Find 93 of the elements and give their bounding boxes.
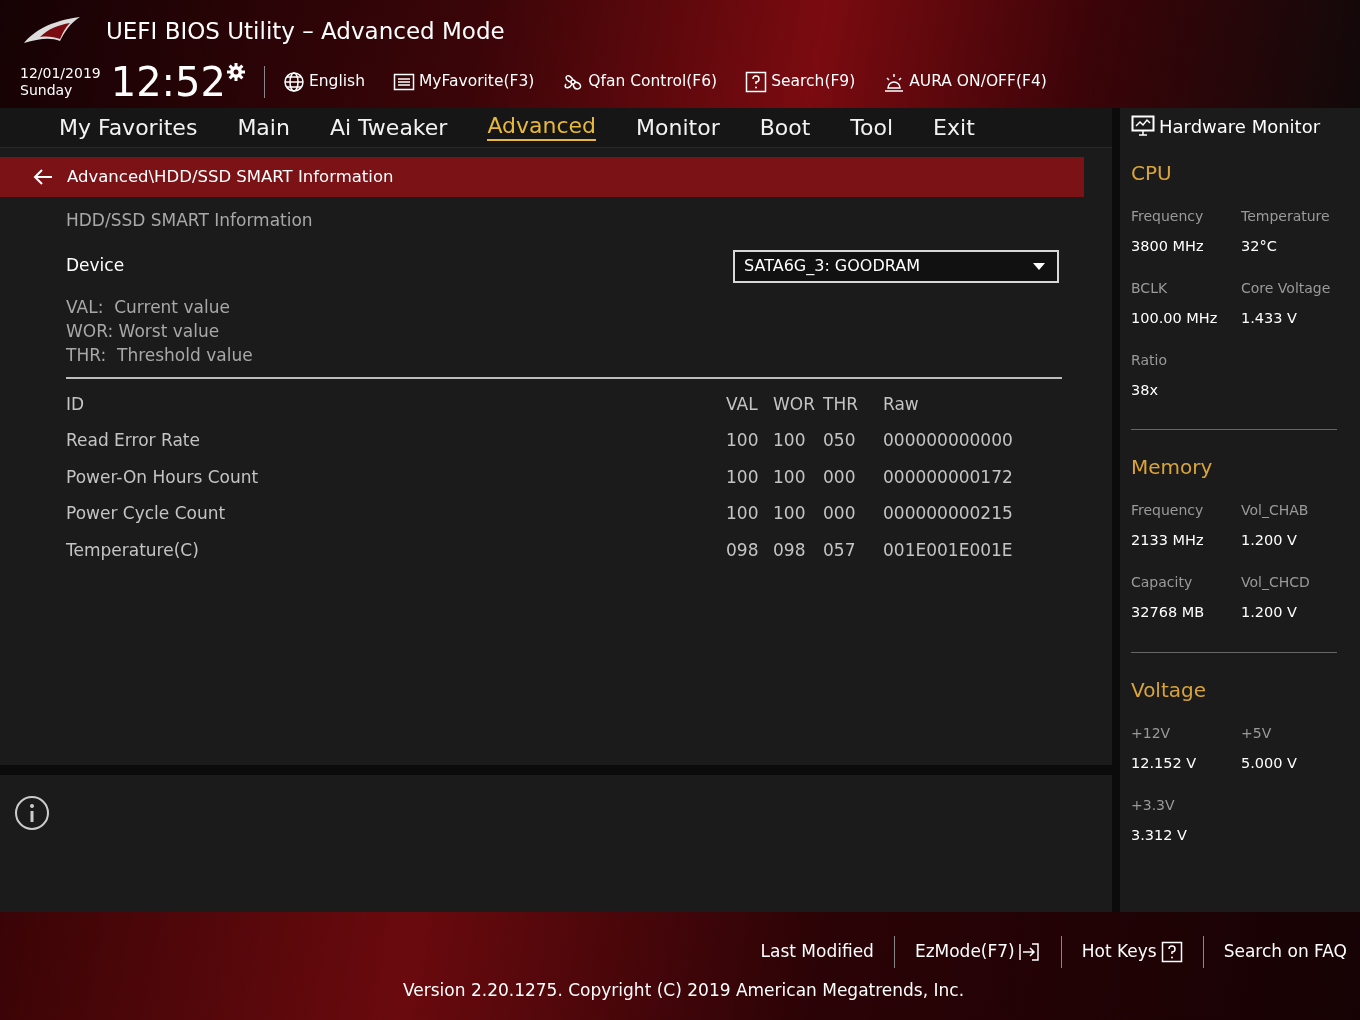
group-heading: Voltage [1131, 676, 1208, 704]
reading-value: 12.152 V [1131, 753, 1198, 773]
table-cell-text: 050 [823, 429, 857, 452]
reading-label: Vol_CHAB [1241, 501, 1310, 521]
reading-label: Frequency [1131, 207, 1205, 226]
device-label: Device [66, 254, 126, 278]
section-title: HDD/SSD SMART Information [66, 209, 314, 232]
table-cell-text: 098 [773, 538, 807, 562]
menu-tab[interactable]: Ai Tweaker [329, 111, 448, 144]
column-header: ID [66, 392, 86, 416]
table-cell-text: Power Cycle Count [66, 502, 227, 525]
menu-tab[interactable]: Monitor [636, 111, 720, 144]
footer-link[interactable]: Search on FAQ [1223, 939, 1347, 965]
reading-value: 32768 MB [1131, 603, 1206, 622]
lamp-icon [883, 71, 906, 93]
menu-tab[interactable]: Exit [933, 111, 975, 144]
table-cell-text: 100 [773, 502, 807, 525]
reading-value: 32°C [1241, 237, 1278, 256]
legend-text: WOR: Worst value [66, 319, 221, 343]
footer-link[interactable]: Hot Keys [1081, 939, 1183, 965]
menu-tab[interactable]: Tool [850, 111, 894, 144]
monitor-icon [1131, 115, 1155, 137]
column-header: VAL [726, 392, 759, 416]
table-cell-text: 000000000172 [883, 465, 1014, 489]
reading-label: Vol_CHCD [1241, 573, 1311, 592]
question-icon [1160, 941, 1183, 963]
reading-value: 1.200 V [1241, 603, 1299, 622]
caret-icon [1033, 262, 1045, 270]
reading-label: Frequency [1131, 501, 1205, 521]
column-header: THR [823, 392, 859, 416]
menu-tab[interactable]: Main [237, 111, 290, 144]
group-heading: Memory [1131, 454, 1214, 482]
table-cell-text: 100 [726, 429, 760, 452]
table-cell-text: 100 [726, 502, 760, 525]
back-arrow-icon[interactable] [33, 168, 53, 186]
settings-icon[interactable] [226, 62, 246, 82]
menu-tab[interactable]: Advanced [487, 114, 597, 141]
reading-value: 3800 MHz [1131, 237, 1205, 256]
version-text: Version 2.20.1275. Copyright (C) 2019 American Megatrends, Inc. [403, 979, 965, 1002]
reading-label: +5V [1241, 723, 1273, 743]
tool-button[interactable]: Search(F9) [745, 70, 856, 94]
reading-value: 3.312 V [1131, 825, 1189, 845]
reading-value: 1.433 V [1241, 308, 1299, 328]
tool-button[interactable]: Qfan Control(F6) [562, 70, 718, 94]
table-cell-text: Temperature(C) [66, 538, 200, 562]
menu-tab[interactable]: Boot [759, 111, 811, 144]
reading-value: 1.200 V [1241, 531, 1299, 551]
footer-link[interactable]: Last Modified [760, 939, 874, 965]
tool-button[interactable]: AURA ON/OFF(F4) [883, 70, 1047, 94]
column-header: Raw [883, 392, 920, 416]
breadcrumb-text: Advanced\HDD/SSD SMART Information [67, 165, 394, 188]
table-cell-text: 057 [823, 538, 857, 562]
reading-label: Temperature [1241, 207, 1331, 226]
legend-text: VAL: Current value [66, 295, 231, 319]
column-header: WOR [773, 392, 816, 416]
table-cell-text: 000000000000 [883, 429, 1014, 452]
table-cell-text: Read Error Rate [66, 429, 201, 452]
legend-text: THR: Threshold value [66, 343, 254, 367]
info-icon [14, 795, 50, 831]
reading-label: +3.3V [1131, 795, 1176, 815]
table-cell-text: 000 [823, 502, 857, 525]
table-cell-text: 100 [726, 465, 760, 489]
list-icon [392, 71, 415, 93]
table-cell-text: 001E001E001E [883, 538, 1014, 562]
reading-label: Capacity [1131, 573, 1194, 592]
reading-label: +12V [1131, 723, 1172, 743]
reading-value: 2133 MHz [1131, 531, 1205, 551]
reading-label: Core Voltage [1241, 278, 1332, 298]
reading-value: 5.000 V [1241, 753, 1299, 773]
table-cell-text: 100 [773, 429, 807, 452]
table-cell-text: 000 [823, 465, 857, 489]
reading-value: 38x [1131, 380, 1160, 400]
table-cell-text: Power-On Hours Count [66, 465, 260, 489]
table-cell-text: 100 [773, 465, 807, 489]
device-dropdown[interactable]: SATA6G_3: GOODRAM [733, 249, 1059, 283]
table-cell-text: 098 [726, 538, 760, 562]
clock-time: 12:52 [110, 62, 226, 102]
reading-label: BCLK [1131, 278, 1169, 298]
window-title: UEFI BIOS Utility – Advanced Mode [106, 16, 505, 46]
footer-link[interactable]: EzMode(F7) [914, 939, 1041, 965]
globe-icon [283, 71, 305, 93]
tool-button[interactable]: English [283, 70, 365, 94]
day-text: Sunday [20, 82, 74, 99]
reading-value: 100.00 MHz [1131, 308, 1219, 328]
group-heading: CPU [1131, 160, 1173, 187]
panel-title: Hardware Monitor [1159, 114, 1321, 139]
tool-button[interactable]: MyFavorite(F3) [392, 70, 535, 94]
reading-label: Ratio [1131, 350, 1168, 370]
exit-icon [1018, 941, 1041, 963]
question-icon [745, 71, 768, 93]
menu-tab[interactable]: My Favorites [59, 111, 198, 144]
table-cell-text: 000000000215 [883, 502, 1014, 525]
date-text: 12/01/2019 [20, 65, 101, 82]
